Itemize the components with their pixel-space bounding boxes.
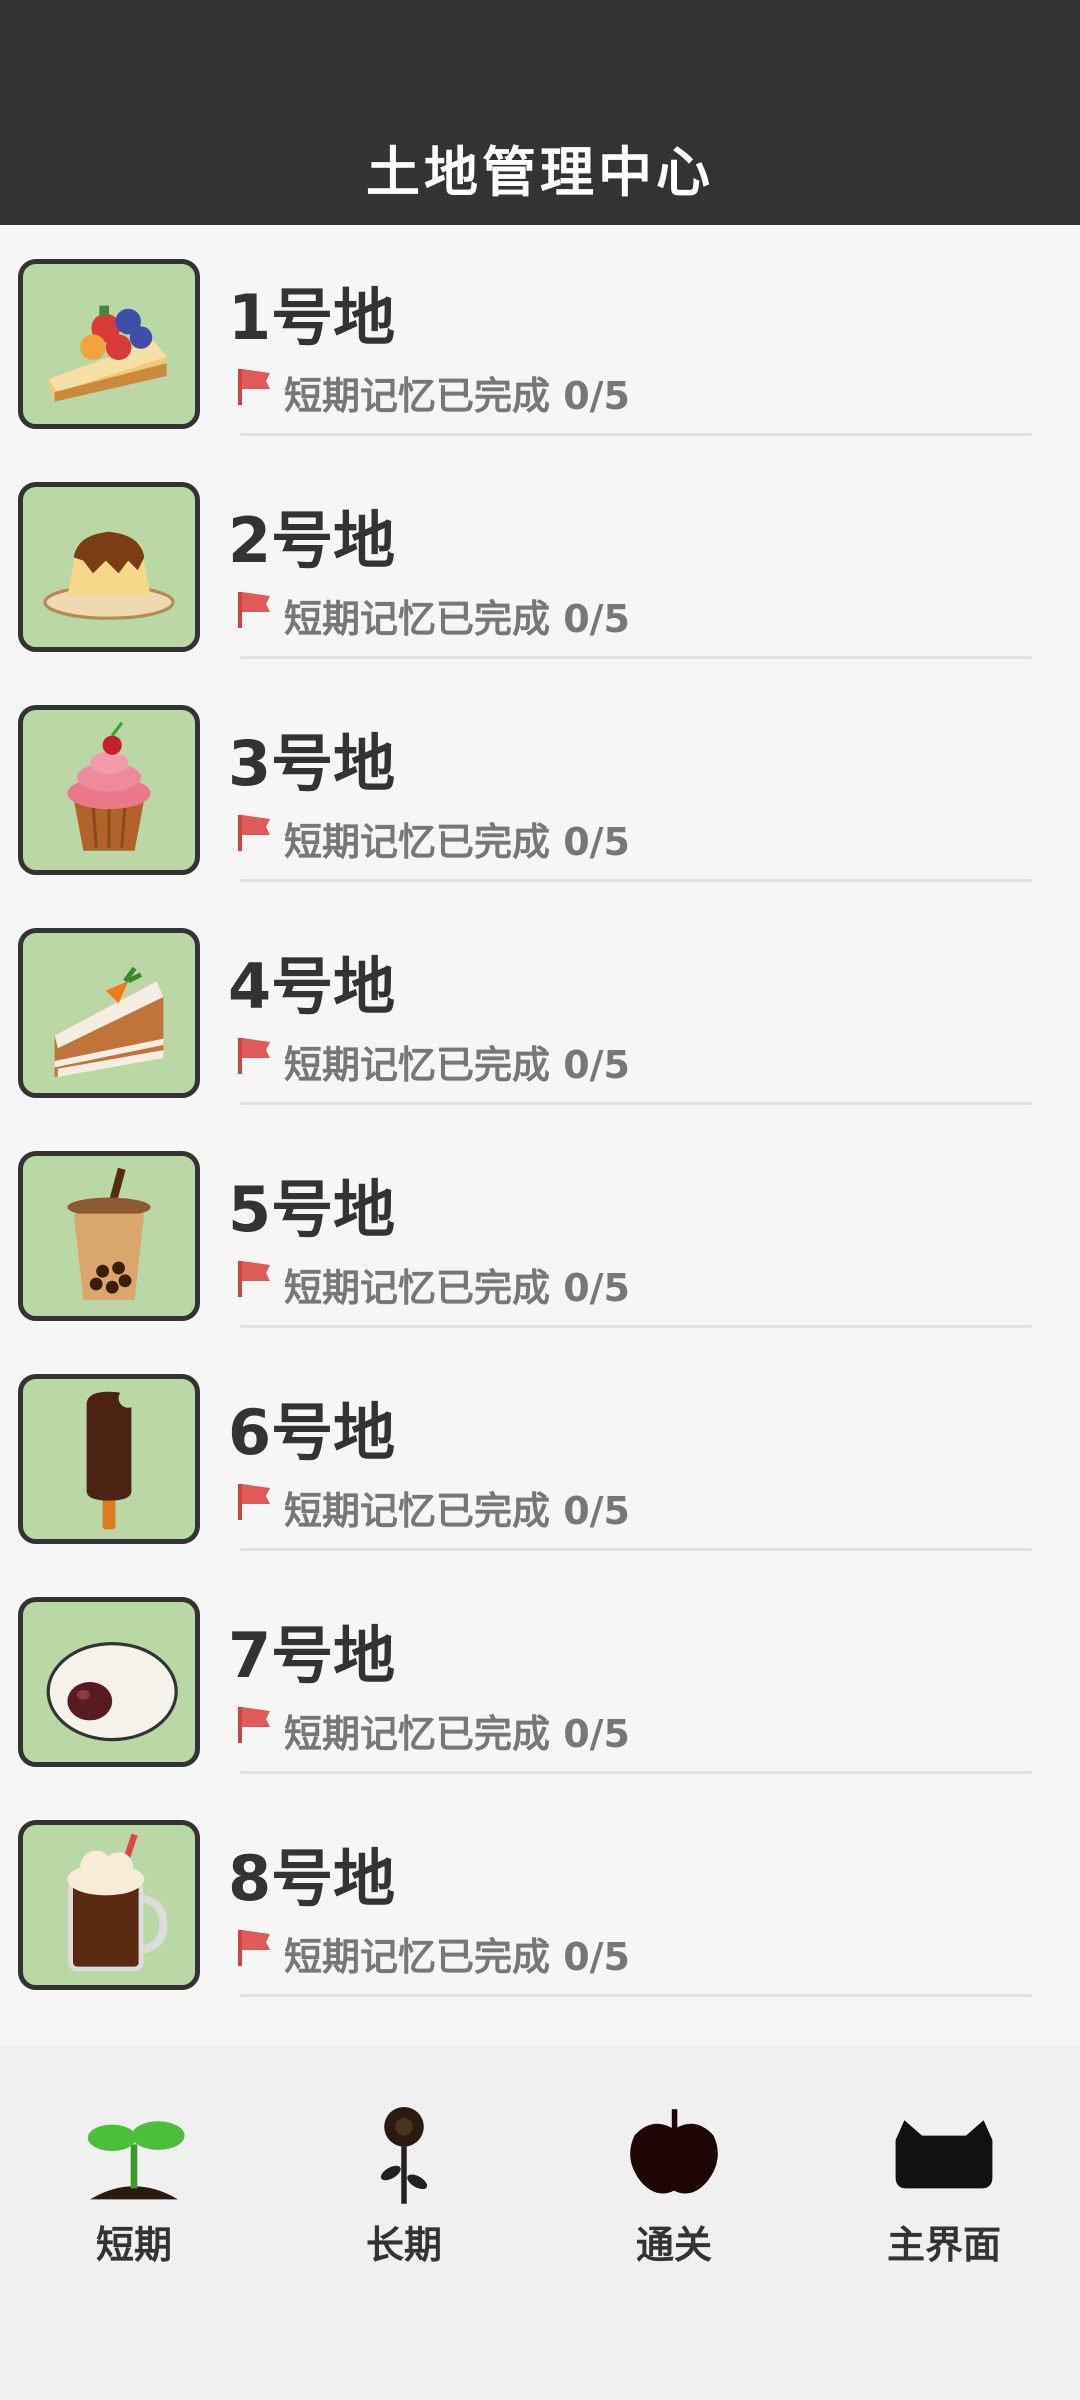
- plot-status: 短期记忆已完成 0/5: [284, 1712, 630, 1756]
- plot-status: 短期记忆已完成 0/5: [284, 374, 630, 418]
- flag-icon: [238, 1930, 270, 1966]
- plot-status: 短期记忆已完成 0/5: [284, 1043, 630, 1087]
- daifuku-icon: [18, 1597, 200, 1767]
- carrot-cake-icon: [18, 928, 200, 1098]
- plot-status: 短期记忆已完成 0/5: [284, 1266, 630, 1310]
- flag-icon: [238, 1038, 270, 1074]
- bottom-tab-bar: 短期 长期 通关 主界面: [0, 2046, 1080, 2400]
- flag-icon: [238, 815, 270, 851]
- plot-item-7[interactable]: 7号地 短期记忆已完成 0/5: [0, 1563, 1080, 1786]
- plot-item-1[interactable]: 1号地 短期记忆已完成 0/5: [0, 225, 1080, 448]
- plot-status: 短期记忆已完成 0/5: [284, 1935, 630, 1979]
- plot-name: 8号地: [228, 1842, 396, 1915]
- divider: [240, 1548, 1032, 1551]
- plot-name: 6号地: [228, 1396, 396, 1469]
- plot-name: 7号地: [228, 1619, 396, 1692]
- bubble-tea-icon: [18, 1151, 200, 1321]
- tab-label: 长期: [365, 2223, 442, 2267]
- tab-label: 通关: [635, 2223, 712, 2267]
- divider: [240, 433, 1032, 436]
- plot-name: 2号地: [228, 504, 396, 577]
- divider: [240, 1994, 1032, 1997]
- apple-icon: [630, 2109, 718, 2194]
- flag-icon: [238, 1484, 270, 1520]
- plot-list: 1号地 短期记忆已完成 0/5 2号地 短期记忆已完成 0/5 3号地 短期记忆…: [0, 225, 1080, 2009]
- plot-item-6[interactable]: 6号地 短期记忆已完成 0/5: [0, 1340, 1080, 1563]
- cat-icon: [895, 2120, 993, 2189]
- plot-name: 4号地: [228, 950, 396, 1023]
- plot-name: 3号地: [228, 727, 396, 800]
- header: 土地管理中心: [0, 0, 1080, 225]
- sprout-icon: [87, 2121, 185, 2200]
- divider: [240, 656, 1032, 659]
- tab-short-term[interactable]: 短期: [34, 2096, 234, 2296]
- fruit-tart-icon: [18, 259, 200, 429]
- plot-item-8[interactable]: 8号地 短期记忆已完成 0/5: [0, 1786, 1080, 2009]
- plot-status: 短期记忆已完成 0/5: [284, 820, 630, 864]
- plot-item-5[interactable]: 5号地 短期记忆已完成 0/5: [0, 1117, 1080, 1340]
- tab-label: 短期: [95, 2223, 172, 2267]
- plot-item-2[interactable]: 2号地 短期记忆已完成 0/5: [0, 448, 1080, 671]
- root-beer-float-icon: [18, 1820, 200, 1990]
- plot-status: 短期记忆已完成 0/5: [284, 597, 630, 641]
- tab-label: 主界面: [886, 2223, 1001, 2267]
- plot-item-4[interactable]: 4号地 短期记忆已完成 0/5: [0, 894, 1080, 1117]
- flag-icon: [238, 369, 270, 405]
- flag-icon: [238, 1261, 270, 1297]
- tab-main[interactable]: 主界面: [844, 2096, 1044, 2296]
- plot-name: 5号地: [228, 1173, 396, 1246]
- flower-icon: [380, 2107, 428, 2204]
- divider: [240, 1771, 1032, 1774]
- tab-long-term[interactable]: 长期: [304, 2096, 504, 2296]
- flag-icon: [238, 1707, 270, 1743]
- divider: [240, 879, 1032, 882]
- flag-icon: [238, 592, 270, 628]
- plot-name: 1号地: [228, 281, 396, 354]
- plot-item-3[interactable]: 3号地 短期记忆已完成 0/5: [0, 671, 1080, 894]
- page-title: 土地管理中心: [366, 141, 714, 204]
- ice-cream-bar-icon: [18, 1374, 200, 1544]
- divider: [240, 1102, 1032, 1105]
- divider: [240, 1325, 1032, 1328]
- tab-clear[interactable]: 通关: [574, 2096, 774, 2296]
- plot-status: 短期记忆已完成 0/5: [284, 1489, 630, 1533]
- cupcake-icon: [18, 705, 200, 875]
- pudding-icon: [18, 482, 200, 652]
